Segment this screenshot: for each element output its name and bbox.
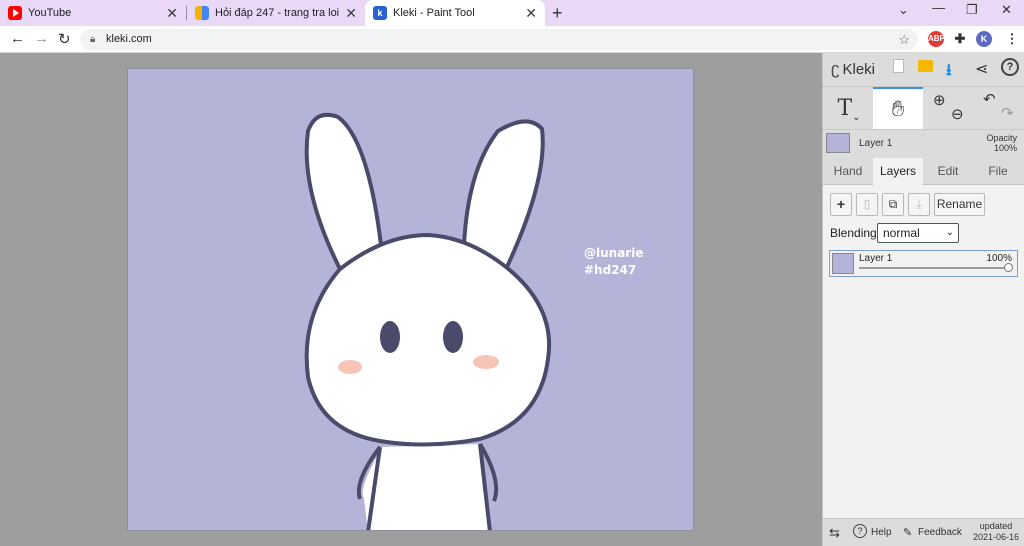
tab-youtube[interactable]: YouTube ✕ xyxy=(8,0,186,26)
feedback-icon[interactable]: ✎ xyxy=(903,526,912,539)
tab-title: Hỏi đáp 247 - trang tra loi xyxy=(215,7,340,19)
zoom-in-icon[interactable]: ⊕ xyxy=(933,91,946,109)
rename-button[interactable]: Rename xyxy=(934,193,985,216)
watermark-hashtag: #hd247 xyxy=(584,263,637,277)
adblock-icon[interactable]: ABP xyxy=(928,31,945,47)
help-link[interactable]: Help xyxy=(871,527,892,538)
address-bar: ← → ↻ 🔒︎ kleki.com ☆ ABP ✚ K ⋮ xyxy=(0,26,1024,53)
updated-info: updated 2021-06-16 xyxy=(973,521,1019,543)
watermark: @lunarie #hd247 xyxy=(584,245,643,279)
blending-select[interactable]: normal ⌄ xyxy=(877,223,959,243)
swap-icon[interactable]: ⇆ xyxy=(829,525,840,541)
updated-label: updated xyxy=(979,521,1013,531)
youtube-icon xyxy=(8,6,22,20)
back-icon[interactable]: ← xyxy=(10,30,25,47)
minimize-icon[interactable]: — xyxy=(932,0,945,15)
active-layer-thumbnail xyxy=(826,133,850,153)
layer-name: Layer 1 xyxy=(859,253,893,264)
duplicate-layer-button[interactable]: ⧉ xyxy=(882,193,904,216)
delete-layer-button[interactable]: ▯ xyxy=(856,193,878,216)
new-file-icon[interactable] xyxy=(893,59,904,73)
extensions-puzzle-icon[interactable]: ✚ xyxy=(952,31,968,47)
close-icon[interactable]: ✕ xyxy=(345,5,357,21)
menu-kebab-icon[interactable]: ⋮ xyxy=(1004,31,1020,47)
tool-panel: ʗ Kleki ⭳ ⋖ ? T ⌄ ✋︎ ⊕ ⊖ ↶ ↷ Layer 1 Opac… xyxy=(822,53,1024,546)
close-icon[interactable]: ✕ xyxy=(525,5,537,21)
layer-thumbnail xyxy=(832,253,854,274)
zoom-out-icon[interactable]: ⊖ xyxy=(951,105,964,123)
panel-tabs: Hand Layers Edit File xyxy=(823,158,1024,185)
tab-hoidap[interactable]: Hỏi đáp 247 - trang tra loi ✕ xyxy=(195,0,365,26)
tool-row: T ⌄ ✋︎ ⊕ ⊖ ↶ ↷ xyxy=(823,86,1024,130)
window-close-icon[interactable]: ✕ xyxy=(1001,2,1012,18)
tab-title: Kleki - Paint Tool xyxy=(393,7,475,19)
share-icon[interactable]: ⋖ xyxy=(975,59,988,79)
bookmark-star-icon[interactable]: ☆ xyxy=(898,29,910,50)
tab-layers[interactable]: Layers xyxy=(873,158,923,185)
watermark-handle: @lunarie xyxy=(584,246,644,260)
help-icon[interactable]: ? xyxy=(1001,58,1019,76)
tab-separator xyxy=(186,6,187,20)
text-tool-icon[interactable]: T ⌄ xyxy=(827,87,871,129)
kleki-logo[interactable]: ʗ Kleki xyxy=(831,59,875,79)
hoidap-icon xyxy=(195,6,209,20)
layer-opacity-track xyxy=(859,267,1009,269)
opacity-value: 100% xyxy=(993,143,1017,153)
updated-date: 2021-06-16 xyxy=(972,532,1019,542)
active-layer-name: Layer 1 xyxy=(859,138,893,149)
forward-icon[interactable]: → xyxy=(34,30,49,47)
logo-text: Kleki xyxy=(842,60,876,78)
undo-icon[interactable]: ↶ xyxy=(983,90,996,108)
bottom-bar: ⇆ ? Help ✎ Feedback updated 2021-06-16 xyxy=(823,518,1024,546)
profile-avatar[interactable]: K xyxy=(976,31,992,47)
new-tab-button[interactable]: + xyxy=(552,3,563,24)
blending-value: normal xyxy=(883,226,920,240)
merge-down-button[interactable]: ⤓ xyxy=(908,193,930,216)
feedback-link[interactable]: Feedback xyxy=(918,527,962,538)
bunny-drawing xyxy=(304,112,551,530)
hand-tool-icon[interactable]: ✋︎ xyxy=(873,87,923,129)
reload-icon[interactable]: ↻ xyxy=(58,30,71,48)
url-input[interactable]: 🔒︎ kleki.com ☆ xyxy=(80,29,918,50)
opacity-label: Opacity xyxy=(986,133,1017,143)
blending-label: Blending xyxy=(830,226,877,240)
tab-title: YouTube xyxy=(28,7,72,19)
tab-file[interactable]: File xyxy=(973,158,1023,185)
zoom-controls: ⊕ ⊖ xyxy=(927,87,973,129)
history-controls: ↶ ↷ xyxy=(975,87,1023,129)
lock-icon: 🔒︎ xyxy=(90,34,96,45)
url-text: kleki.com xyxy=(106,33,152,45)
restore-icon[interactable]: ❐ xyxy=(966,2,978,18)
active-layer-header: Layer 1 Opacity 100% xyxy=(823,131,1024,157)
download-icon[interactable]: ⭳ xyxy=(946,59,952,86)
tab-hand[interactable]: Hand xyxy=(823,158,873,185)
tab-edit[interactable]: Edit xyxy=(923,158,973,185)
close-icon[interactable]: ✕ xyxy=(166,5,178,21)
tab-kleki[interactable]: k Kleki - Paint Tool ✕ xyxy=(365,0,545,26)
kleki-icon: k xyxy=(373,6,387,20)
layer-list-item[interactable]: Layer 1 100% xyxy=(829,250,1018,277)
layer-opacity-slider[interactable] xyxy=(1004,263,1013,272)
help-circle-icon[interactable]: ? xyxy=(853,524,867,538)
kleki-logo-icon: ʗ xyxy=(831,59,840,78)
opacity-display: Opacity 100% xyxy=(986,133,1017,153)
add-layer-button[interactable]: + xyxy=(830,193,852,216)
open-folder-icon[interactable] xyxy=(918,60,933,72)
tab-strip: YouTube ✕ Hỏi đáp 247 - trang tra loi ✕ … xyxy=(0,0,1024,26)
redo-icon[interactable]: ↷ xyxy=(1001,104,1014,122)
chevron-down-icon: ⌄ xyxy=(945,227,954,238)
tab-search-icon[interactable]: ⌄ xyxy=(898,2,909,18)
drawing-canvas[interactable]: @lunarie #hd247 xyxy=(127,68,694,531)
